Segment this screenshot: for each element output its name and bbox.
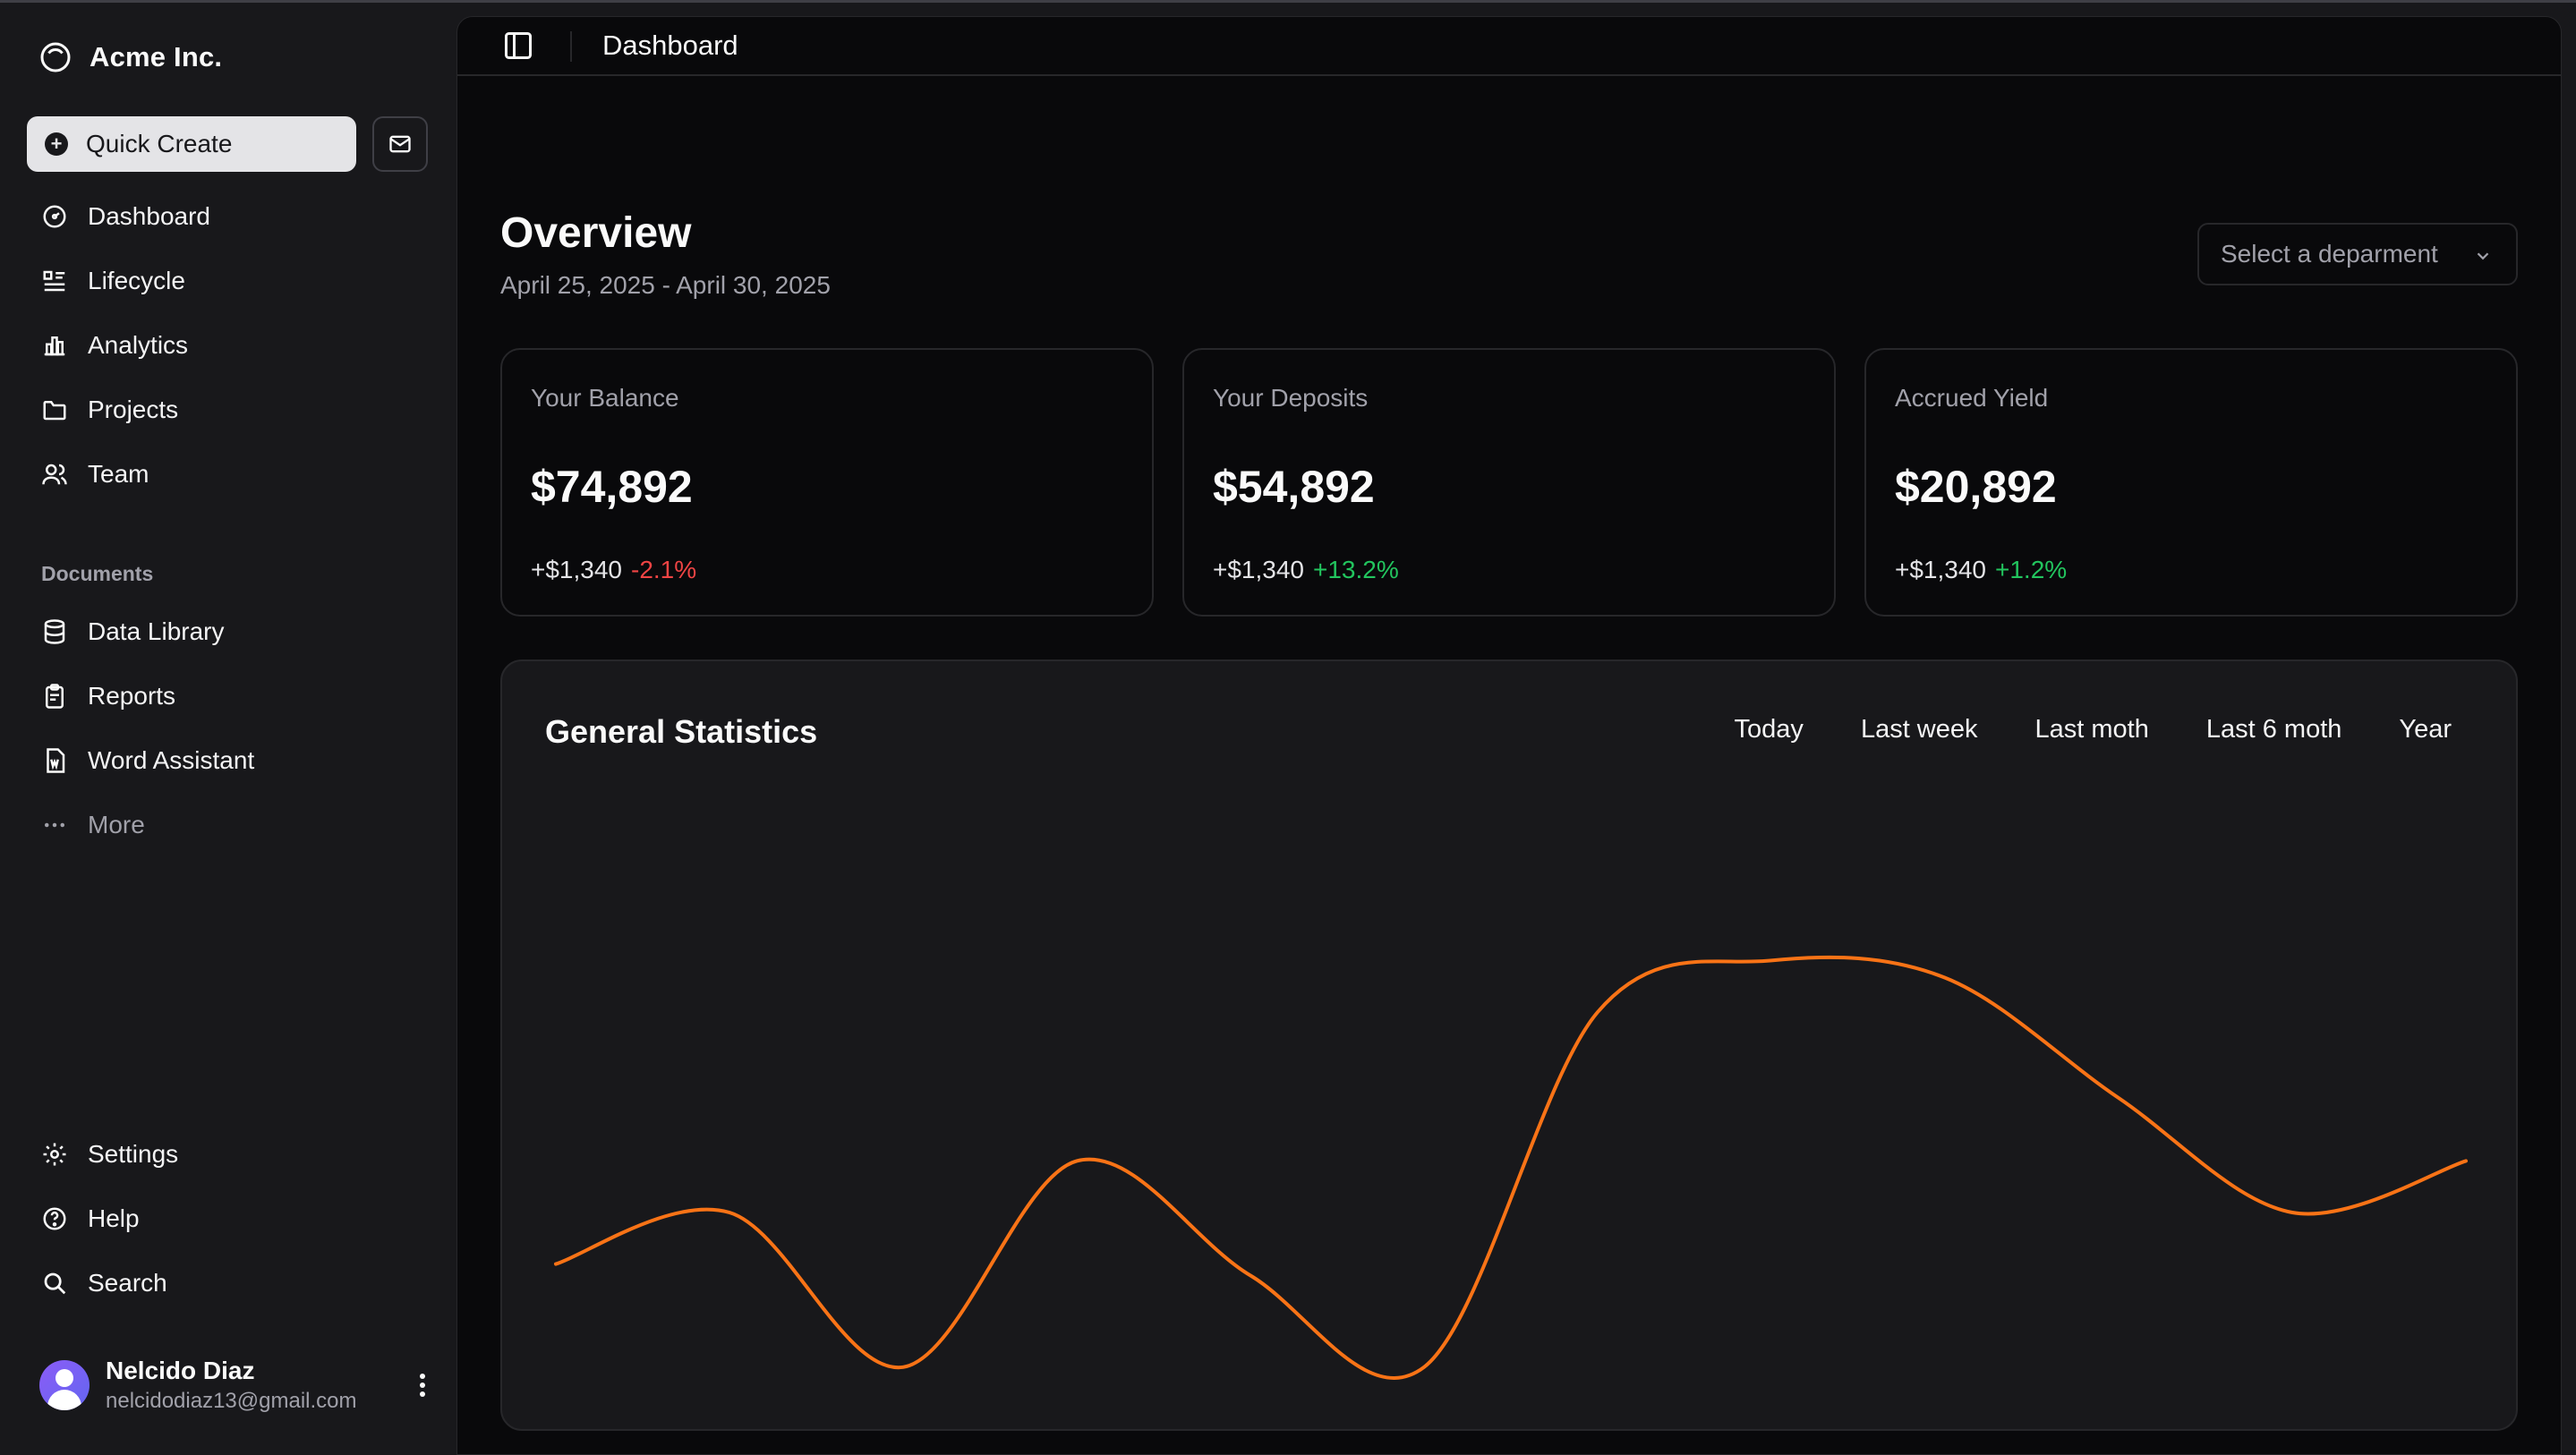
tab-today[interactable]: Today [1735, 715, 1804, 745]
nav-label: Settings [88, 1140, 179, 1168]
help-circle-icon [43, 1207, 66, 1230]
overview-title: Overview [500, 209, 692, 257]
gauge-icon [43, 205, 66, 228]
card-label: Your Balance [531, 384, 679, 412]
nav-item-dashboard[interactable]: Dashboard [27, 191, 430, 242]
nav-item-word-assistant[interactable]: Word Assistant [27, 735, 430, 787]
series-line [554, 955, 2468, 1380]
nav-item-analytics[interactable]: Analytics [27, 319, 430, 371]
clipboard-icon [46, 684, 64, 709]
topbar: Dashboard [457, 17, 2561, 76]
file-word-icon [47, 748, 65, 773]
card-label: Your Deposits [1213, 384, 1369, 412]
user-profile[interactable]: Nelcido Diaz nelcidodiaz13@gmail.com [39, 1353, 433, 1417]
avatar [39, 1360, 90, 1410]
nav-label: Reports [88, 682, 176, 710]
nav-item-more[interactable]: More [27, 799, 430, 851]
statistics-line-chart [554, 955, 2468, 1380]
nav-label: Data Library [88, 617, 225, 645]
tab-last-6-month[interactable]: Last 6 moth [2206, 715, 2342, 745]
documents-section-label: Documents [41, 562, 154, 585]
department-select[interactable]: Select a deparment [2197, 223, 2518, 285]
card-value: $20,892 [1895, 462, 2057, 512]
nav-label: Dashboard [88, 202, 210, 230]
nav-item-lifecycle[interactable]: Lifecycle [27, 255, 430, 307]
mail-icon [389, 135, 411, 153]
topbar-divider [570, 31, 572, 62]
brand[interactable]: Acme Inc. [39, 41, 222, 73]
tab-last-week[interactable]: Last week [1861, 715, 1978, 745]
gear-icon [43, 1143, 66, 1166]
period-tabs: Today Last week Last moth Last 6 moth Ye… [1735, 715, 2452, 745]
brand-name: Acme Inc. [90, 41, 223, 72]
dots-icon [45, 822, 64, 828]
nav-item-help[interactable]: Help [27, 1193, 430, 1245]
nav-label: Analytics [88, 331, 189, 359]
bar-chart-icon [44, 336, 65, 356]
page-title: Dashboard [602, 30, 738, 61]
nav-label: Word Assistant [88, 746, 255, 774]
balance-card: Your Balance $74,892 +$1,340 -2.1% [500, 348, 1154, 617]
nav-item-settings[interactable]: Settings [27, 1128, 430, 1180]
nav-item-search[interactable]: Search [27, 1257, 430, 1309]
nav-item-data-library[interactable]: Data Library [27, 606, 430, 658]
department-select-value: Select a deparment [2221, 240, 2438, 268]
nav-label: Lifecycle [88, 267, 185, 294]
more-vertical-icon[interactable] [412, 1366, 433, 1405]
nav-item-team[interactable]: Team [27, 448, 430, 500]
tab-year[interactable]: Year [2399, 715, 2452, 745]
card-delta: +$1,340 [531, 556, 622, 583]
users-icon [42, 464, 67, 485]
card-value: $74,892 [531, 462, 693, 512]
search-icon [44, 1272, 66, 1295]
card-delta: +$1,340 [1213, 556, 1304, 583]
card-value: $54,892 [1213, 462, 1375, 512]
nav-item-projects[interactable]: Projects [27, 384, 430, 436]
stats-title: General Statistics [545, 713, 818, 750]
nav-label: Team [88, 460, 149, 488]
nav-item-reports[interactable]: Reports [27, 670, 430, 722]
card-change: -2.1% [631, 556, 697, 583]
nav-label: Projects [88, 396, 179, 423]
date-range: April 25, 2025 - April 30, 2025 [500, 271, 831, 299]
user-name: Nelcido Diaz [106, 1357, 255, 1384]
nav-label: More [88, 811, 145, 838]
yield-card: Accrued Yield $20,892 +$1,340 +1.2% [1864, 348, 2518, 617]
app-window: Acme Inc. + Quick Create Dashboard Lifec… [0, 0, 2576, 1455]
nav-label: Help [88, 1204, 140, 1232]
sidebar: Acme Inc. + Quick Create Dashboard Lifec… [0, 0, 456, 1455]
tab-last-month[interactable]: Last moth [2035, 715, 2149, 745]
main-panel: Dashboard Overview April 25, 2025 - Apri… [456, 16, 2562, 1455]
folder-icon [43, 401, 66, 421]
database-icon [44, 619, 65, 644]
circle-logo-icon [40, 42, 71, 72]
card-change: +1.2% [1995, 556, 2068, 583]
card-label: Accrued Yield [1895, 384, 2049, 412]
chevron-down-icon [2477, 252, 2489, 260]
quick-actions: + Quick Create [27, 116, 428, 172]
nav-label: Search [88, 1269, 167, 1297]
quick-create-label: Quick Create [86, 130, 233, 157]
sidebar-toggle-icon[interactable] [502, 30, 534, 62]
card-change: +13.2% [1313, 556, 1399, 583]
list-icon [43, 270, 65, 292]
general-statistics-panel: General Statistics Today Last week Last … [500, 659, 2518, 1431]
card-delta: +$1,340 [1895, 556, 1986, 583]
plus-circle-icon: + [45, 132, 68, 156]
quick-create-button[interactable]: + Quick Create [27, 116, 356, 172]
inbox-button[interactable] [372, 116, 428, 172]
deposits-card: Your Deposits $54,892 +$1,340 +13.2% [1182, 348, 1836, 617]
user-email: nelcidodiaz13@gmail.com [106, 1389, 357, 1413]
